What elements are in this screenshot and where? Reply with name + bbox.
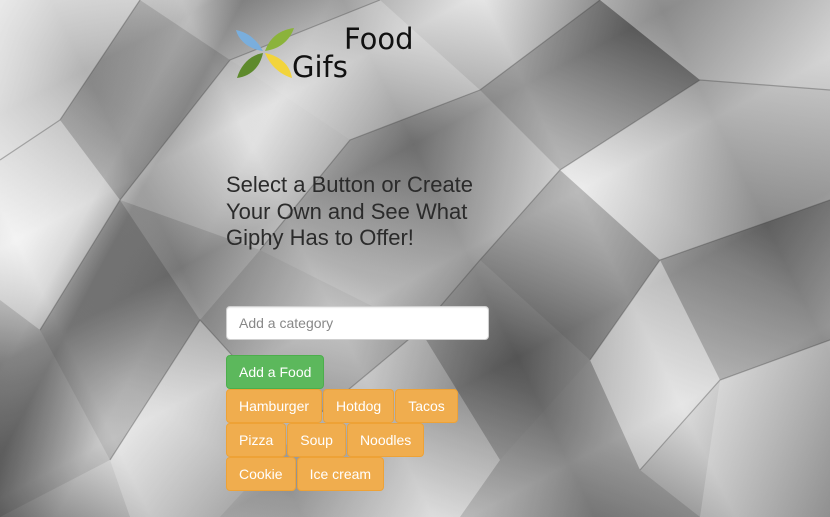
food-button-hotdog[interactable]: Hotdog xyxy=(323,389,395,423)
food-button-noodles[interactable]: Noodles xyxy=(346,423,425,457)
page-headline: Select a Button or Create Your Own and S… xyxy=(226,172,474,250)
logo-word-gifs: Gifs xyxy=(292,50,348,84)
site-logo: Food Gifs xyxy=(234,22,424,84)
food-button-hamburger[interactable]: Hamburger xyxy=(226,389,323,423)
food-button-soup[interactable]: Soup xyxy=(287,423,346,457)
food-button-ice-cream[interactable]: Ice cream xyxy=(296,457,385,491)
logo-word-food: Food xyxy=(344,22,414,56)
food-button-tacos[interactable]: Tacos xyxy=(395,389,458,423)
leaf-logo-icon xyxy=(236,28,294,78)
food-button-list: Hamburger Hotdog Tacos Pizza Soup Noodle… xyxy=(226,389,466,491)
add-category-input[interactable] xyxy=(226,306,489,340)
food-button-pizza[interactable]: Pizza xyxy=(226,423,287,457)
add-food-button[interactable]: Add a Food xyxy=(226,355,325,389)
food-button-cookie[interactable]: Cookie xyxy=(226,457,296,491)
